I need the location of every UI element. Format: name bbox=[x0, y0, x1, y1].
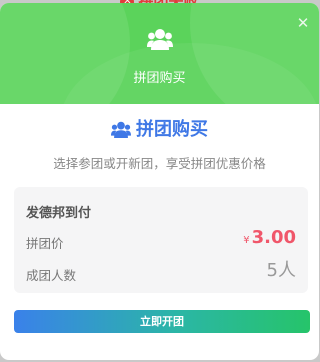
currency-symbol: ¥ bbox=[243, 235, 250, 246]
group-buy-modal: ✕ 拼团购买 拼团购买 选择参团或开新团，享受拼团优惠价格 发德邦到付 拼团价 bbox=[0, 3, 319, 360]
start-group-button[interactable]: 立即开团 bbox=[14, 310, 310, 333]
product-name: 发德邦到付 bbox=[26, 206, 92, 221]
price-value: ¥3.00 bbox=[243, 227, 296, 248]
price-amount: 3.00 bbox=[251, 227, 296, 248]
modal-title: 拼团购买 bbox=[0, 118, 319, 142]
modal-title-label: 拼团购买 bbox=[136, 119, 208, 140]
users-icon bbox=[111, 121, 131, 138]
header-title: 拼团购买 bbox=[133, 71, 186, 86]
modal-subtitle: 选择参团或开新团，享受拼团优惠价格 bbox=[53, 156, 266, 171]
price-label: 拼团价 bbox=[26, 236, 64, 251]
users-icon bbox=[147, 28, 173, 54]
modal-header: ✕ 拼团购买 bbox=[0, 3, 319, 104]
close-icon[interactable]: ✕ bbox=[295, 15, 311, 31]
group-size-label: 成团人数 bbox=[26, 268, 77, 283]
group-info-card: 发德邦到付 拼团价 ¥3.00 成团人数 5人 bbox=[14, 187, 308, 293]
group-size-value: 5人 bbox=[266, 260, 296, 281]
